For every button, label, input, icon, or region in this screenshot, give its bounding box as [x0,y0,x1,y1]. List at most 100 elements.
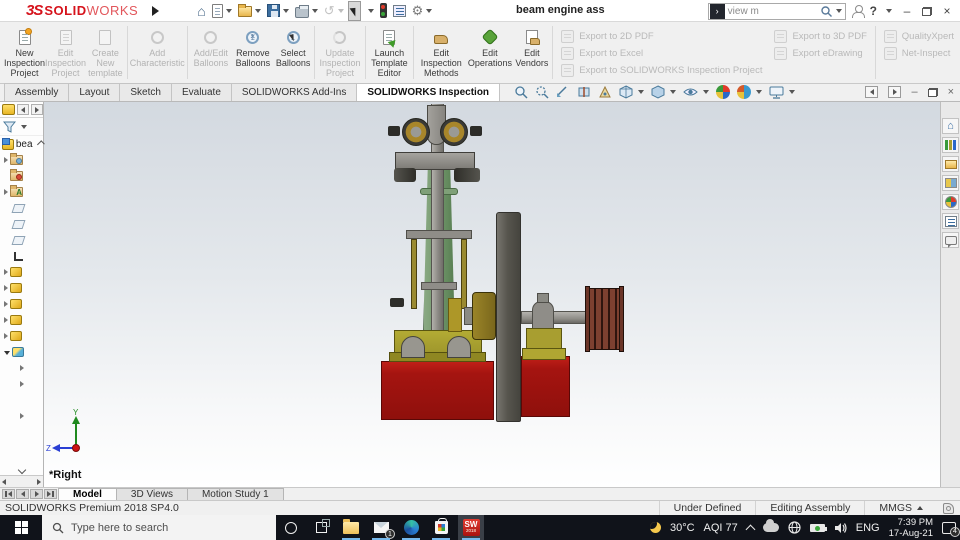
new-document-button[interactable] [210,1,234,21]
next-tab-button[interactable] [30,489,43,499]
action-center-button[interactable]: 4 [942,522,956,534]
help-dropdown-icon[interactable] [886,9,892,13]
engine-base-right[interactable] [521,356,570,417]
doc-restore-button[interactable] [928,88,938,97]
mail-taskbar-button[interactable]: 1 [368,515,394,540]
pane-right-button[interactable] [888,86,901,98]
cylinder-cap[interactable] [421,282,457,290]
guide-rod-left[interactable] [411,239,417,309]
scroll-left-icon[interactable] [2,479,6,485]
options-button[interactable]: ⚙ [410,1,435,21]
print-button[interactable] [293,1,320,21]
assembly-tab-icon[interactable] [2,104,15,115]
last-tab-button[interactable] [44,489,57,499]
flywheel[interactable] [496,212,521,422]
search-commands-box[interactable]: › view m [708,3,846,20]
tree-scroll-down[interactable] [0,465,43,475]
weather-moon-icon[interactable] [650,522,661,533]
new-inspection-project-button[interactable]: New Inspection Project [4,24,45,81]
task-view-button[interactable] [308,515,334,540]
forum-button[interactable] [942,232,959,248]
tree-annotations-row[interactable]: A [0,184,43,200]
minimize-button[interactable]: – [898,4,916,18]
pulley-flange-right[interactable] [619,286,624,352]
select-balloons-button[interactable]: 1 Select Balloons [274,24,313,81]
units-selector[interactable]: MMGS [864,501,937,515]
tree-history-row[interactable] [0,152,43,168]
volume-icon[interactable] [834,522,847,534]
pivot-bolt-left[interactable] [394,168,416,182]
tree-sensors-row[interactable] [0,168,43,184]
file-explorer-taskbar-button[interactable] [338,515,364,540]
apply-scene-button[interactable] [737,85,762,99]
beam-bolt-left[interactable] [388,126,400,136]
cortana-button[interactable] [278,515,304,540]
edit-inspection-methods-button[interactable]: Edit Inspection Methods [416,24,466,81]
home-tab-button[interactable]: ⌂ [942,118,959,134]
tab-evaluate[interactable]: Evaluate [171,83,232,101]
clock[interactable]: 7:39 PM 17-Aug-21 [889,517,933,539]
engine-base-left[interactable] [381,361,494,420]
tags-icon[interactable] [943,503,954,514]
weather-aqi[interactable]: AQI 77 [704,522,738,534]
tab-sketch[interactable]: Sketch [119,83,172,101]
home-button[interactable]: ⌂ [195,1,207,21]
design-library-button[interactable] [942,137,959,153]
pivot-bolt-right[interactable] [454,168,480,182]
save-button[interactable] [265,1,291,21]
taskbar-search-box[interactable]: Type here to search [42,515,276,540]
pedestal-cap[interactable] [532,301,554,331]
tab-model[interactable]: Model [58,488,117,500]
open-button[interactable] [236,1,263,21]
custom-properties-button[interactable] [942,213,959,229]
tree-tab-prev-button[interactable] [17,104,29,115]
tree-scroll-up-icon[interactable] [36,140,44,148]
tree-component-row[interactable] [0,296,43,312]
tree-subitem-row[interactable] [0,408,43,424]
pedestal-top-block[interactable] [537,293,549,303]
beam-bolt-right[interactable] [470,126,482,136]
hide-show-items-button[interactable] [683,86,709,98]
weather-temp[interactable]: 30°C [670,522,695,534]
show-hidden-icons-button[interactable] [745,524,755,534]
tree-tab-next-button[interactable] [31,104,43,115]
guide-bracket[interactable] [406,230,472,239]
zoom-fit-icon[interactable] [514,85,528,99]
tree-horizontal-scrollbar[interactable] [0,475,43,487]
tab-3d-views[interactable]: 3D Views [116,488,188,500]
tree-component-row[interactable] [0,312,43,328]
first-tab-button[interactable] [2,489,15,499]
crank-disc[interactable] [472,292,496,340]
edit-vendors-button[interactable]: Edit Vendors [513,24,550,81]
tree-right-plane-row[interactable] [0,232,43,248]
pulley-flange-left[interactable] [585,286,590,352]
display-style-button[interactable] [651,85,676,99]
tree-subitem-row[interactable] [0,360,43,376]
help-button[interactable]: ? [870,4,877,18]
feature-manager-tree[interactable]: bea A [0,102,44,487]
bearing-arch-left[interactable] [401,336,425,358]
zoom-area-icon[interactable] [535,85,549,99]
beam-bearing-left[interactable] [402,118,430,146]
remove-balloons-button[interactable]: 1× Remove Balloons [232,24,274,81]
launch-template-editor-button[interactable]: Launch Template Editor [368,24,412,81]
file-explorer-button[interactable] [942,156,959,172]
section-view-icon[interactable] [577,85,591,99]
doc-minimize-button[interactable]: – [911,86,917,98]
view-palette-button[interactable] [942,175,959,191]
tab-motion-study-1[interactable]: Motion Study 1 [187,488,284,500]
close-button[interactable]: × [938,4,956,18]
crosshead-guide[interactable] [448,298,462,332]
tree-root-row[interactable]: bea [0,136,43,152]
undo-button[interactable]: ↺ [322,1,346,21]
search-input[interactable]: view m [728,6,820,17]
bearing-arch-right[interactable] [447,336,471,358]
tab-solidworks-inspection[interactable]: SOLIDWORKS Inspection [356,83,500,101]
tab-solidworks-add-ins[interactable]: SOLIDWORKS Add-Ins [231,83,357,101]
tab-assembly[interactable]: Assembly [4,83,69,101]
beam-bearing-right[interactable] [440,118,468,146]
edit-operations-button[interactable]: Edit Operations [466,24,513,81]
doc-close-button[interactable]: × [948,86,954,98]
select-tool-button[interactable] [348,1,361,21]
prev-tab-button[interactable] [16,489,29,499]
